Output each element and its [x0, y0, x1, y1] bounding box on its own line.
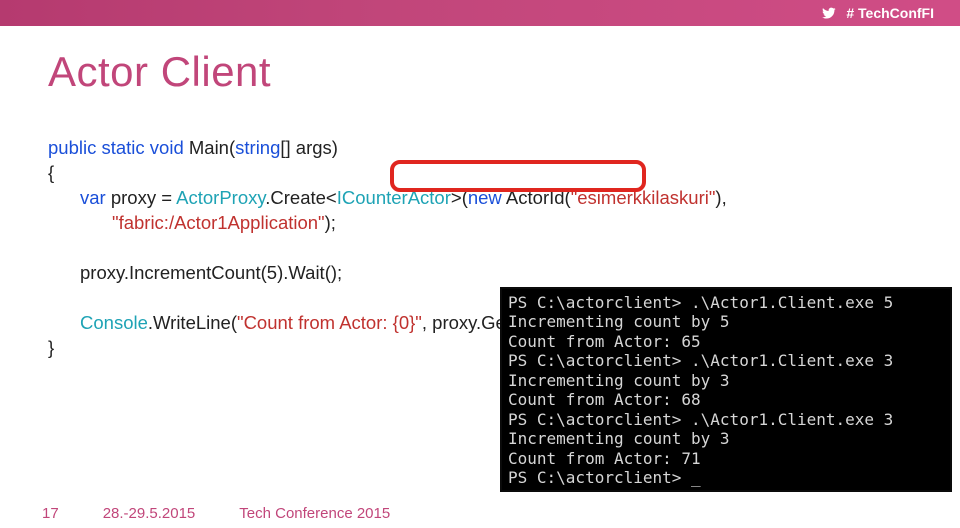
- code-text: proxy =: [106, 187, 176, 208]
- code-kw: public static void: [48, 137, 184, 158]
- console-line: PS C:\actorclient> _: [508, 468, 944, 488]
- code-text: >(: [451, 187, 468, 208]
- code-text: ActorId(: [502, 187, 571, 208]
- console-line: Incrementing count by 3: [508, 371, 944, 391]
- hashtag-label: # TechConfFI: [846, 5, 934, 21]
- console-output: PS C:\actorclient> .\Actor1.Client.exe 5…: [500, 287, 952, 492]
- code-kw: var: [80, 187, 106, 208]
- code-text: [] args): [280, 137, 338, 158]
- code-text: ),: [715, 187, 726, 208]
- code-text: proxy.IncrementCount(5).Wait();: [80, 262, 342, 283]
- console-line: Incrementing count by 3: [508, 429, 944, 449]
- twitter-icon: [820, 6, 838, 20]
- slide-title: Actor Client: [48, 48, 912, 96]
- console-line: Count from Actor: 68: [508, 390, 944, 410]
- code-type: ActorProxy: [176, 187, 265, 208]
- code-kw: string: [235, 137, 280, 158]
- code-string: "fabric:/Actor1Application": [112, 212, 325, 233]
- code-string: "esimerkkilaskuri": [571, 187, 716, 208]
- console-line: PS C:\actorclient> .\Actor1.Client.exe 3: [508, 410, 944, 430]
- code-text: Main(: [184, 137, 235, 158]
- console-line: Incrementing count by 5: [508, 312, 944, 332]
- code-type: ICounterActor: [337, 187, 451, 208]
- code-text: .WriteLine(: [148, 312, 237, 333]
- code-brace: }: [48, 337, 54, 358]
- console-line: PS C:\actorclient> .\Actor1.Client.exe 3: [508, 351, 944, 371]
- code-type: Console: [80, 312, 148, 333]
- footer: 17 28.-29.5.2015 Tech Conference 2015: [0, 498, 960, 528]
- console-line: Count from Actor: 71: [508, 449, 944, 469]
- code-brace: {: [48, 162, 54, 183]
- code-text: );: [325, 212, 336, 233]
- console-line: PS C:\actorclient> .\Actor1.Client.exe 5: [508, 293, 944, 313]
- header-band: # TechConfFI: [0, 0, 960, 26]
- footer-dates: 28.-29.5.2015: [103, 505, 196, 522]
- slide-body: Actor Client public static void Main(str…: [0, 26, 960, 498]
- footer-conference: Tech Conference 2015: [239, 505, 390, 522]
- console-line: Count from Actor: 65: [508, 332, 944, 352]
- page-number: 17: [42, 505, 59, 522]
- code-string: "Count from Actor: {0}": [237, 312, 422, 333]
- code-kw: new: [468, 187, 502, 208]
- code-text: .Create<: [265, 187, 336, 208]
